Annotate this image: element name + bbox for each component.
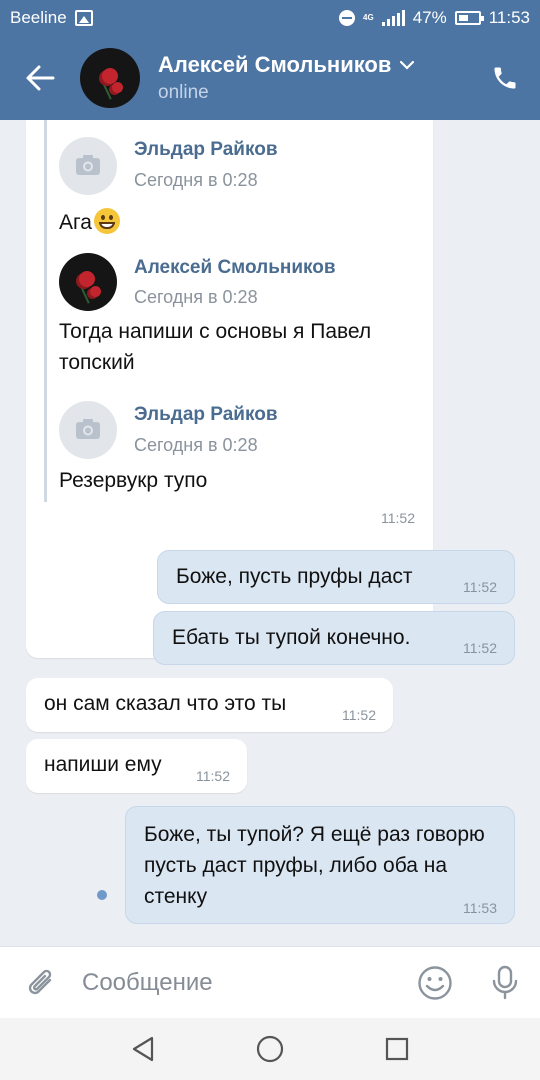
battery-icon	[454, 11, 484, 25]
contact-status: online	[158, 82, 209, 103]
contact-avatar[interactable]	[80, 48, 140, 108]
fwd-date: Сегодня в 0:28	[134, 287, 258, 307]
message-time: 11:52	[342, 707, 376, 723]
message-text: напиши ему	[44, 753, 162, 776]
fwd-author-name[interactable]: Эльдар Райков	[134, 404, 278, 426]
clock: 11:53	[488, 8, 530, 27]
back-button[interactable]	[0, 36, 80, 120]
image-notification-icon	[74, 10, 93, 26]
smiley-icon	[418, 965, 452, 1000]
square-recents-icon	[385, 1037, 408, 1061]
system-navigation-bar	[0, 1018, 540, 1080]
nav-recents-button[interactable]	[367, 1019, 427, 1079]
battery-percent: 47%	[412, 8, 447, 27]
message-text: Боже, ты тупой? Я ещё раз говорю пусть д…	[144, 823, 485, 908]
phone-icon	[494, 67, 516, 89]
microphone-icon	[492, 965, 518, 999]
camera-icon	[76, 155, 100, 175]
message-text: Боже, пусть пруфы даст	[176, 565, 413, 588]
message-time: 11:52	[463, 640, 497, 656]
compose-bar	[0, 946, 540, 1018]
fwd-avatar-photo[interactable]	[59, 253, 117, 311]
call-button[interactable]	[470, 36, 540, 120]
paperclip-icon	[28, 969, 52, 994]
emoji-button[interactable]	[400, 947, 470, 1019]
incoming-message-bubble[interactable]: он сам сказал что это ты 11:52	[26, 678, 393, 732]
chat-header: Алексей Смольников online	[0, 36, 540, 120]
attach-button[interactable]	[0, 947, 82, 1019]
chevron-down-icon	[400, 60, 415, 70]
nav-back-button[interactable]	[113, 1019, 173, 1079]
message-list[interactable]: Эльдар Райков Сегодня в 0:28 Ага Алексей…	[0, 120, 540, 946]
contact-title[interactable]: Алексей Смольников online	[158, 52, 470, 104]
fwd-text: Ага	[59, 207, 120, 238]
fwd-text: Тогда напиши с основы я Павел топский	[59, 320, 372, 374]
fwd-date: Сегодня в 0:28	[134, 435, 258, 455]
fwd-date: Сегодня в 0:28	[134, 170, 258, 190]
fwd-text: Резервукр тупо	[59, 469, 208, 492]
message-time: 11:52	[463, 579, 497, 595]
camera-icon	[76, 419, 100, 439]
outgoing-message-bubble[interactable]: Ебать ты тупой конечно. 11:52	[153, 611, 515, 665]
carrier-label: Beeline	[10, 8, 67, 27]
outgoing-message-bubble[interactable]: Боже, пусть пруфы даст 11:52	[157, 550, 515, 604]
network-type-label: 4G	[363, 13, 374, 22]
fwd-author-name[interactable]: Эльдар Райков	[134, 139, 278, 161]
triangle-back-icon	[133, 1036, 154, 1062]
message-time: 11:53	[463, 900, 497, 916]
message-time: 11:52	[381, 510, 415, 526]
message-text: он сам сказал что это ты	[44, 692, 287, 715]
message-text: Ебать ты тупой конечно.	[172, 626, 411, 649]
signal-icon	[381, 10, 405, 26]
status-bar: Beeline 4G 47% 11:53	[0, 0, 540, 36]
grinning-emoji-icon	[93, 208, 120, 234]
fwd-author-name[interactable]: Алексей Смольников	[134, 257, 336, 279]
circle-home-icon	[256, 1035, 284, 1063]
voice-record-button[interactable]	[470, 947, 540, 1019]
message-time: 11:52	[196, 768, 230, 784]
message-input[interactable]	[82, 968, 400, 997]
do-not-disturb-icon	[339, 10, 356, 26]
unread-indicator	[97, 890, 107, 900]
forward-indicator-line	[44, 120, 47, 502]
nav-home-button[interactable]	[240, 1019, 300, 1079]
back-arrow-icon	[26, 65, 55, 91]
outgoing-message-bubble[interactable]: Боже, ты тупой? Я ещё раз говорю пусть д…	[125, 806, 515, 924]
fwd-avatar-placeholder[interactable]	[59, 401, 117, 459]
fwd-avatar-placeholder[interactable]	[59, 137, 117, 195]
contact-name: Алексей Смольников	[158, 52, 392, 77]
incoming-message-bubble[interactable]: напиши ему 11:52	[26, 739, 247, 793]
